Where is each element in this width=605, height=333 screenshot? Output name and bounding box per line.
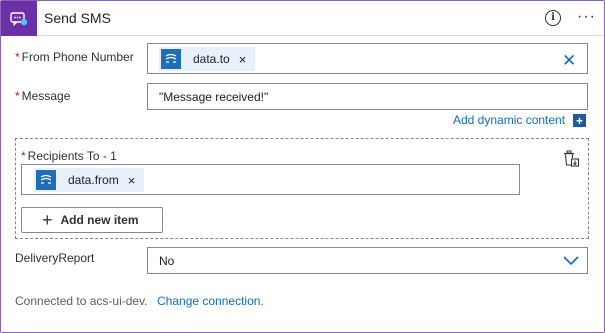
change-connection-link[interactable]: Change connection.: [157, 294, 264, 308]
message-input[interactable]: "Message received!": [147, 83, 588, 110]
plus-icon: +: [42, 210, 53, 230]
card-header[interactable]: Send SMS i ···: [1, 1, 604, 36]
card-title: Send SMS: [44, 10, 111, 26]
recipient-token[interactable]: data.from ×: [34, 168, 145, 192]
acs-trigger-icon: [36, 170, 56, 190]
add-new-item-label: Add new item: [60, 213, 139, 227]
recipients-label-text: Recipients To - 1: [27, 149, 117, 163]
recipients-label: * Recipients To - 1: [21, 149, 117, 163]
token-remove-icon[interactable]: ×: [239, 53, 247, 66]
delivery-report-label: DeliveryReport: [15, 251, 95, 265]
from-phone-token[interactable]: data.to ×: [159, 47, 256, 71]
connection-status: Connected to acs-ui-dev.: [15, 294, 148, 308]
more-options-icon[interactable]: ···: [577, 9, 596, 25]
required-marker: *: [21, 149, 26, 163]
add-new-item-button[interactable]: + Add new item: [21, 207, 163, 233]
token-remove-icon[interactable]: ×: [128, 174, 136, 187]
delivery-report-value: No: [159, 254, 175, 268]
required-marker: *: [15, 89, 20, 103]
token-label: data.to: [193, 52, 230, 66]
info-icon[interactable]: i: [545, 10, 561, 26]
message-value: "Message received!": [159, 90, 269, 104]
token-label: data.from: [68, 173, 119, 187]
message-label-text: Message: [21, 89, 71, 103]
sms-connector-icon: [1, 1, 37, 36]
message-label: * Message: [15, 89, 70, 103]
delivery-report-select[interactable]: No: [147, 247, 588, 274]
add-dynamic-content-link[interactable]: Add dynamic content: [453, 113, 565, 127]
recipient-item-field[interactable]: data.from ×: [21, 164, 520, 195]
add-dynamic-content-icon[interactable]: +: [573, 114, 586, 127]
clear-icon[interactable]: ✕: [562, 52, 576, 69]
action-card: Send SMS i ··· * From Phone Number data.t…: [0, 0, 605, 333]
from-phone-label-text: From Phone Number: [21, 50, 134, 64]
from-phone-label: * From Phone Number: [15, 50, 134, 64]
from-phone-field[interactable]: data.to ×: [147, 43, 588, 74]
delete-item-icon[interactable]: [562, 150, 580, 168]
required-marker: *: [15, 50, 20, 64]
acs-trigger-icon: [161, 49, 181, 69]
chevron-down-icon[interactable]: [562, 254, 580, 266]
